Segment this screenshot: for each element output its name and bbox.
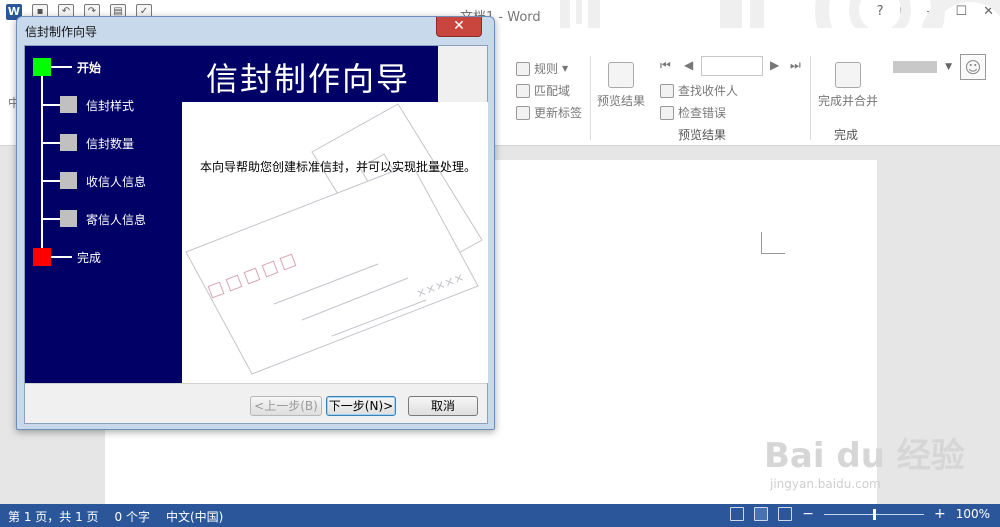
account-dropdown-icon[interactable]: ▼ (945, 62, 952, 72)
next-button[interactable]: 下一步(N)> (326, 396, 396, 416)
zoom-slider[interactable] (823, 508, 924, 520)
wizard-header: 信封制作向导 (182, 46, 438, 102)
back-button[interactable]: <上一步(B) (250, 396, 322, 416)
zoom-slider-thumb[interactable] (872, 508, 876, 520)
first-record-icon[interactable]: ⏮ (660, 58, 671, 73)
chevron-down-icon: ▼ (562, 64, 569, 73)
ribbon-separator (590, 56, 591, 140)
rules-button[interactable]: 规则 ▼ (516, 60, 568, 77)
step-label: 开始 (77, 61, 102, 75)
user-name (893, 61, 938, 73)
dialog-close-button[interactable]: ✕ (436, 17, 482, 37)
button-row-separator (25, 383, 487, 384)
account-area[interactable]: ▼ ☺ (893, 54, 986, 80)
step-label: 信封数量 (86, 137, 135, 151)
rules-icon (516, 61, 530, 76)
step-label: 收信人信息 (86, 175, 147, 189)
language-indicator[interactable]: 中文(中国) (166, 508, 223, 525)
status-right: − + 100% (730, 507, 990, 521)
margin-corner-mark (761, 232, 785, 254)
step-pending-marker (60, 210, 77, 227)
update-labels-button[interactable]: 更新标签 (516, 104, 582, 121)
group-label-finish: 完成 (834, 128, 859, 142)
step-end-marker (33, 248, 51, 266)
envelope-wizard-dialog: 信封制作向导 ✕ 开始 信封样式 信封数量 收信人信息 寄信人信息 完成 信封制… (16, 16, 495, 430)
match-fields-icon (516, 83, 530, 98)
group-label-preview-results: 预览结果 (678, 128, 727, 142)
record-number-input[interactable] (701, 56, 763, 76)
zoom-level[interactable]: 100% (956, 507, 990, 521)
baidu-watermark: Bai du 经验 jingyan.baidu.com (764, 428, 965, 491)
avatar[interactable]: ☺ (960, 54, 986, 80)
wizard-steps-panel: 开始 信封样式 信封数量 收信人信息 寄信人信息 完成 (25, 46, 182, 383)
wizard-header-title: 信封制作向导 (206, 60, 411, 98)
envelope-marks: ××××× (414, 270, 466, 301)
status-bar: 第 1 页，共 1 页 0 个字 中文(中国) − + 100% (0, 504, 1000, 527)
svg-text:×××××: ××××× (414, 270, 466, 301)
last-record-icon[interactable]: ⏭ (790, 58, 801, 73)
word-count[interactable]: 0 个字 (115, 508, 150, 525)
zoom-out-button[interactable]: − (802, 507, 814, 521)
zoom-in-button[interactable]: + (934, 507, 946, 521)
next-record-icon[interactable]: ▶ (770, 58, 779, 72)
wizard-description: 本向导帮助您创建标准信封，并可以实现批量处理。 (200, 160, 477, 174)
check-errors-icon (660, 105, 674, 120)
finish-merge-icon (835, 62, 861, 88)
cancel-button[interactable]: 取消 (408, 396, 478, 416)
match-fields-button[interactable]: 匹配域 (516, 82, 570, 99)
find-recipient-button[interactable]: 查找收件人 (660, 82, 738, 99)
ribbon-separator (810, 56, 811, 140)
preview-abc-icon (608, 62, 634, 88)
step-label: 完成 (77, 251, 102, 265)
find-recipient-icon (660, 83, 674, 98)
step-pending-marker (60, 134, 77, 151)
step-pending-marker (60, 172, 77, 189)
step-pending-marker (60, 96, 77, 113)
update-labels-icon (516, 105, 530, 120)
wizard-content: ××××× (182, 102, 488, 383)
dialog-body: 开始 信封样式 信封数量 收信人信息 寄信人信息 完成 信封制作向导 ×××××… (24, 45, 488, 424)
page-info[interactable]: 第 1 页，共 1 页 (8, 508, 99, 525)
preview-results-button[interactable]: 预览结果 (597, 62, 645, 109)
status-left: 第 1 页，共 1 页 0 个字 中文(中国) (8, 508, 223, 525)
watermark-main-text: Bai du 经验 (764, 436, 965, 476)
print-layout-icon[interactable] (754, 507, 769, 521)
step-current-marker (33, 58, 51, 76)
steps-connector-line (41, 70, 43, 258)
finish-merge-button[interactable]: 完成并合并 (818, 62, 878, 109)
watermark-url: jingyan.baidu.com (770, 477, 881, 491)
step-label: 信封样式 (86, 99, 135, 113)
dialog-title: 信封制作向导 (25, 25, 98, 39)
read-mode-icon[interactable] (730, 507, 745, 521)
step-label: 寄信人信息 (86, 213, 147, 227)
web-layout-icon[interactable] (778, 507, 793, 521)
previous-record-icon[interactable]: ◀ (684, 58, 693, 72)
check-errors-button[interactable]: 检查错误 (660, 104, 726, 121)
